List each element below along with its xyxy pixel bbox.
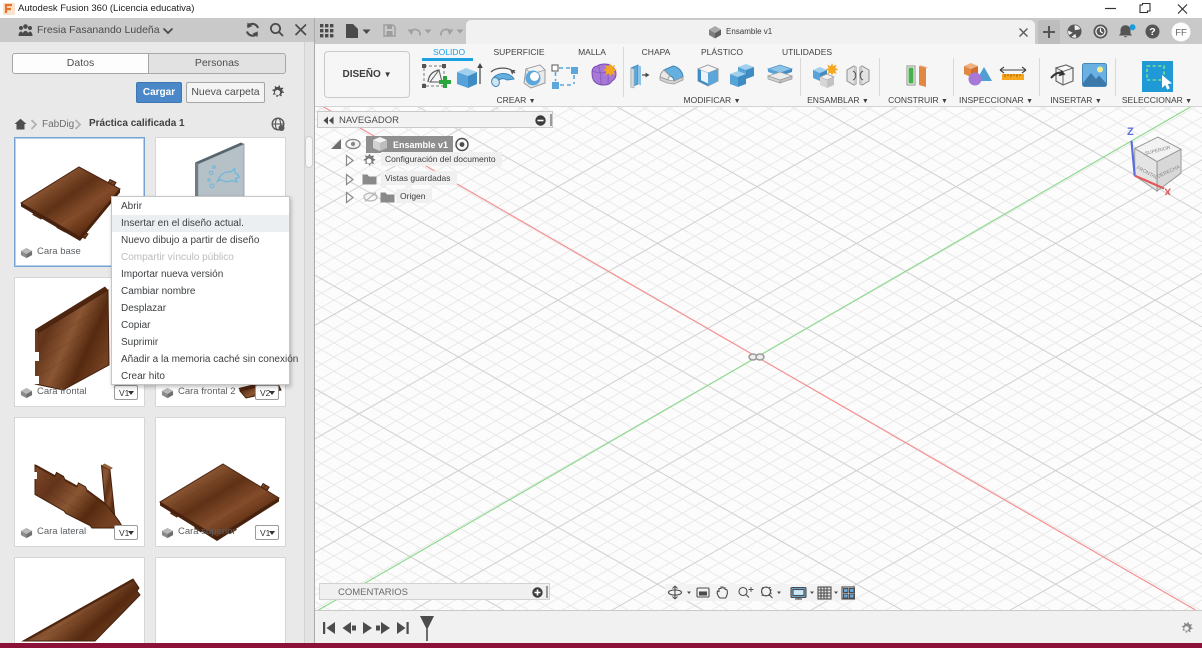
svg-text:?: ?	[1149, 26, 1155, 38]
svg-text:Ensamble v1: Ensamble v1	[393, 140, 448, 150]
svg-text:X: X	[1164, 187, 1172, 195]
svg-text:Z: Z	[1127, 126, 1134, 138]
svg-text:FF: FF	[1175, 28, 1187, 39]
